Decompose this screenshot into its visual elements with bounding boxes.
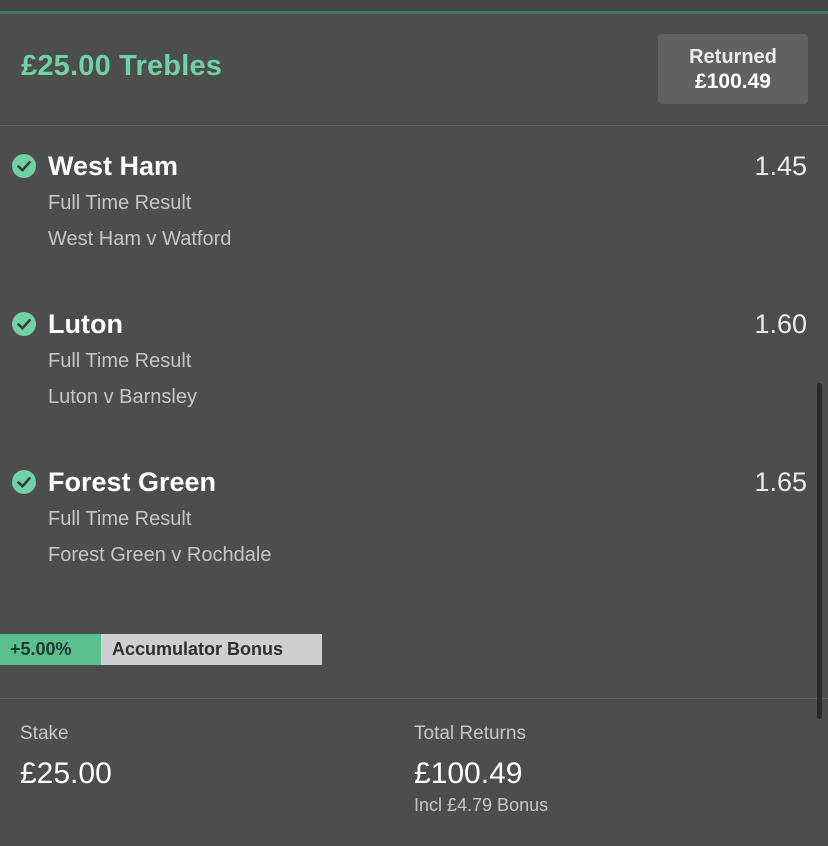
bet-title: £25.00 Trebles	[21, 50, 223, 82]
selection-odds: 1.65	[754, 467, 807, 497]
selection-market: Full Time Result	[48, 508, 192, 530]
selection-market: Full Time Result	[48, 350, 192, 372]
total-returns-label: Total Returns	[414, 723, 526, 744]
returned-amount: £100.49	[695, 70, 771, 93]
bonus-label: Accumulator Bonus	[101, 634, 322, 665]
top-border	[0, 0, 828, 14]
selection-item: Forest Green 1.65 Full Time Result Fores…	[0, 466, 828, 596]
selection-odds: 1.60	[754, 309, 807, 339]
stake-value: £25.00	[20, 757, 112, 790]
selection-odds: 1.45	[754, 151, 807, 181]
bet-header: £25.00 Trebles Returned £100.49	[0, 14, 828, 126]
bonus-percent: +5.00%	[0, 634, 101, 665]
selection-name: Forest Green	[48, 467, 217, 497]
stake-label: Stake	[20, 723, 69, 744]
accumulator-bonus-tag: +5.00% Accumulator Bonus	[0, 634, 322, 665]
returned-badge: Returned £100.49	[658, 34, 808, 104]
selection-event: West Ham v Watford	[48, 228, 232, 250]
check-circle-icon	[12, 470, 36, 494]
scrollbar[interactable]	[817, 383, 822, 719]
selection-name: West Ham	[48, 151, 179, 181]
selection-event: Forest Green v Rochdale	[48, 544, 272, 566]
selection-item: Luton 1.60 Full Time Result Luton v Barn…	[0, 308, 828, 438]
returned-label: Returned	[689, 46, 777, 68]
bonus-included-note: Incl £4.79 Bonus	[414, 795, 549, 815]
selection-name: Luton	[48, 309, 123, 339]
summary-divider	[0, 698, 828, 699]
check-circle-icon	[12, 312, 36, 336]
total-returns-value: £100.49	[414, 757, 523, 790]
check-circle-icon	[12, 154, 36, 178]
selection-market: Full Time Result	[48, 192, 192, 214]
selection-event: Luton v Barnsley	[48, 386, 197, 408]
selection-item: West Ham 1.45 Full Time Result West Ham …	[0, 150, 828, 280]
